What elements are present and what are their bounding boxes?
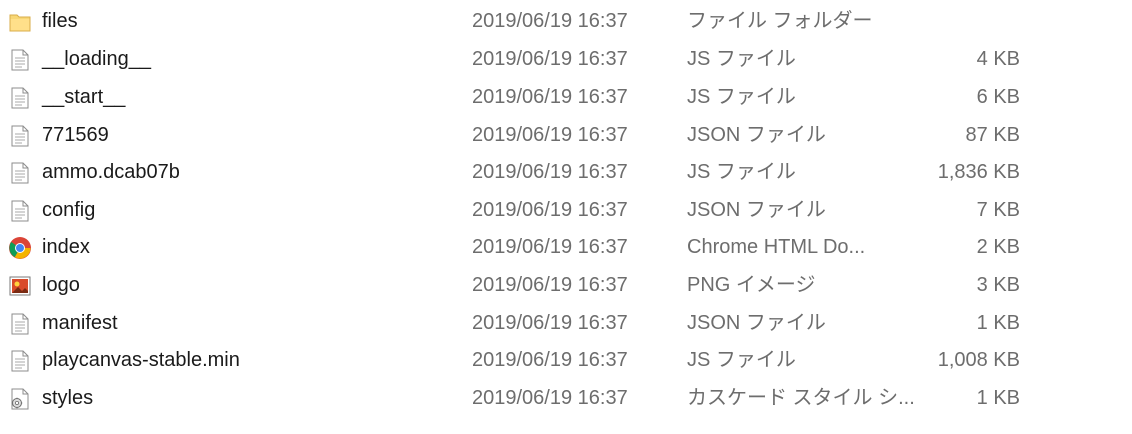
- file-type: カスケード スタイル シ...: [687, 387, 915, 409]
- file-row-loading[interactable]: __loading__ 2019/06/19 16:37 JS ファイル 4 K…: [0, 41, 1132, 79]
- file-date: 2019/06/19 16:37: [472, 86, 628, 108]
- file-name[interactable]: __start__: [42, 79, 125, 117]
- stylesheet-icon: [7, 380, 33, 418]
- document-icon: [7, 154, 33, 192]
- file-date: 2019/06/19 16:37: [472, 274, 628, 296]
- file-size: 1 KB: [976, 387, 1020, 409]
- file-row-styles[interactable]: styles 2019/06/19 16:37 カスケード スタイル シ... …: [0, 380, 1132, 418]
- file-size: [900, 3, 1020, 41]
- image-icon: [7, 267, 33, 305]
- file-date: 2019/06/19 16:37: [472, 124, 628, 146]
- file-size: 1,836 KB: [937, 161, 1020, 183]
- document-icon: [7, 342, 33, 380]
- file-row-ammo[interactable]: ammo.dcab07b 2019/06/19 16:37 JS ファイル 1,…: [0, 154, 1132, 192]
- file-date: 2019/06/19 16:37: [472, 161, 628, 183]
- document-icon: [7, 305, 33, 343]
- file-name[interactable]: manifest: [42, 305, 118, 343]
- file-list: files 2019/06/19 16:37 ファイル フォルダー __load…: [0, 0, 1132, 434]
- file-date: 2019/06/19 16:37: [472, 48, 628, 70]
- file-size: 3 KB: [976, 274, 1020, 296]
- file-row-start[interactable]: __start__ 2019/06/19 16:37 JS ファイル 6 KB: [0, 79, 1132, 117]
- file-date: 2019/06/19 16:37: [472, 312, 628, 334]
- file-name[interactable]: config: [42, 192, 95, 230]
- file-name[interactable]: __loading__: [42, 41, 151, 79]
- file-type: JSON ファイル: [687, 312, 826, 334]
- file-size: 7 KB: [976, 199, 1020, 221]
- file-date: 2019/06/19 16:37: [472, 236, 628, 258]
- file-size: 1,008 KB: [937, 349, 1020, 371]
- file-type: JS ファイル: [687, 161, 796, 183]
- file-row-index[interactable]: index 2019/06/19 16:37 Chrome HTML Do...…: [0, 229, 1132, 267]
- chrome-icon: [7, 229, 33, 267]
- document-icon: [7, 41, 33, 79]
- file-row-config[interactable]: config 2019/06/19 16:37 JSON ファイル 7 KB: [0, 192, 1132, 230]
- file-size: 2 KB: [976, 236, 1020, 258]
- file-date: 2019/06/19 16:37: [472, 199, 628, 221]
- folder-icon: [7, 3, 33, 41]
- document-icon: [7, 192, 33, 230]
- file-date: 2019/06/19 16:37: [472, 387, 628, 409]
- file-name[interactable]: ammo.dcab07b: [42, 154, 180, 192]
- file-type: JS ファイル: [687, 48, 796, 70]
- file-date: 2019/06/19 16:37: [472, 349, 628, 371]
- document-icon: [7, 79, 33, 117]
- file-row-files[interactable]: files 2019/06/19 16:37 ファイル フォルダー: [0, 3, 1132, 41]
- file-size: 87 KB: [965, 124, 1020, 146]
- file-type: JS ファイル: [687, 86, 796, 108]
- file-name[interactable]: index: [42, 229, 90, 267]
- file-row-manifest[interactable]: manifest 2019/06/19 16:37 JSON ファイル 1 KB: [0, 305, 1132, 343]
- file-row-playcanvas[interactable]: playcanvas-stable.min 2019/06/19 16:37 J…: [0, 342, 1132, 380]
- file-type: JS ファイル: [687, 349, 796, 371]
- file-type: Chrome HTML Do...: [687, 236, 866, 258]
- file-type: ファイル フォルダー: [687, 10, 873, 32]
- file-type: PNG イメージ: [687, 274, 816, 296]
- file-size: 4 KB: [976, 48, 1020, 70]
- document-icon: [7, 117, 33, 155]
- file-row-771569[interactable]: 771569 2019/06/19 16:37 JSON ファイル 87 KB: [0, 117, 1132, 155]
- file-size: 1 KB: [976, 312, 1020, 334]
- file-name[interactable]: playcanvas-stable.min: [42, 342, 240, 380]
- file-name[interactable]: styles: [42, 380, 93, 418]
- file-date: 2019/06/19 16:37: [472, 10, 628, 32]
- file-size: 6 KB: [976, 86, 1020, 108]
- file-type: JSON ファイル: [687, 199, 826, 221]
- file-name[interactable]: logo: [42, 267, 80, 305]
- file-type: JSON ファイル: [687, 124, 826, 146]
- file-row-logo[interactable]: logo 2019/06/19 16:37 PNG イメージ 3 KB: [0, 267, 1132, 305]
- file-name[interactable]: 771569: [42, 117, 109, 155]
- file-name[interactable]: files: [42, 3, 78, 41]
